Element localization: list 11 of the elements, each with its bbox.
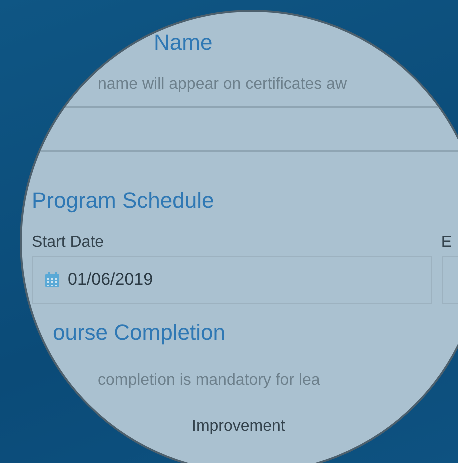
section-heading: Program Schedule	[32, 188, 214, 214]
section-heading: ourse Completion	[53, 320, 226, 346]
calendar-icon	[45, 272, 60, 288]
field-hint: name will appear on certificates aw	[98, 76, 348, 94]
field-label: E	[441, 234, 452, 252]
option-label: Improvement	[192, 418, 286, 436]
start-date-field[interactable]: 01/06/2019	[32, 256, 432, 304]
field-label: Start Date	[32, 234, 104, 252]
name-field[interactable]	[40, 106, 458, 152]
section-heading: Name	[154, 30, 213, 56]
section-hint: completion is mandatory for lea	[98, 372, 320, 390]
